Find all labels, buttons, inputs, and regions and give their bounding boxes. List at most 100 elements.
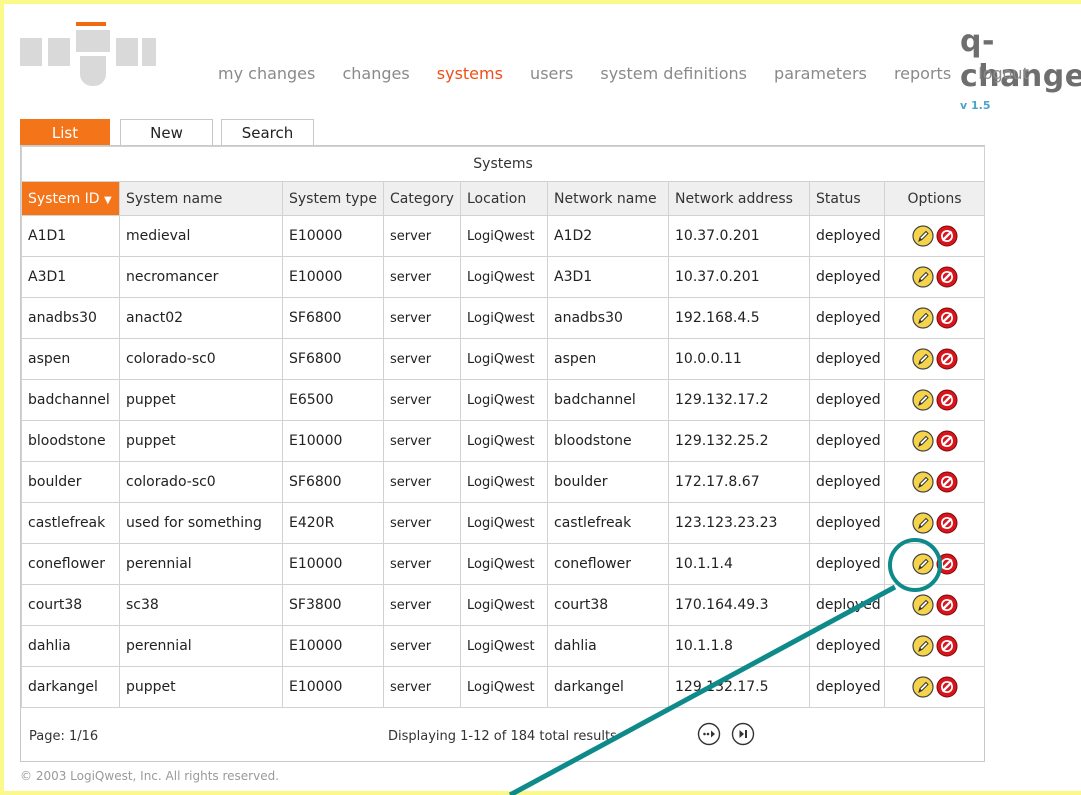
cell-network-name: castlefreak [547, 502, 669, 544]
nav-system-definitions[interactable]: system definitions [600, 64, 747, 83]
edit-pencil-icon[interactable] [911, 676, 934, 698]
row-options [883, 256, 986, 298]
column-header-system-name[interactable]: System name [119, 181, 283, 216]
edit-pencil-icon[interactable] [911, 430, 934, 452]
cell-status: deployed [809, 420, 885, 462]
delete-prohibited-icon[interactable] [936, 348, 958, 370]
edit-pencil-icon[interactable] [911, 512, 934, 534]
cell-category: server [383, 625, 461, 667]
cell-system-name: medieval [119, 215, 283, 257]
nav-reports[interactable]: reports [894, 64, 951, 83]
cell-network-address: 10.37.0.201 [668, 256, 810, 298]
delete-prohibited-icon[interactable] [936, 676, 958, 698]
cell-network-address: 192.168.4.5 [668, 297, 810, 339]
delete-prohibited-icon[interactable] [936, 307, 958, 329]
cell-category: server [383, 256, 461, 298]
cell-system-id: coneflower [21, 543, 120, 585]
cell-status: deployed [809, 666, 885, 708]
cell-location: LogiQwest [460, 502, 548, 544]
tab-new[interactable]: New [120, 119, 213, 145]
delete-prohibited-icon[interactable] [936, 225, 958, 247]
cell-system-id: anadbs30 [21, 297, 120, 339]
nav-systems[interactable]: systems [437, 64, 503, 83]
column-header-system-type[interactable]: System type [282, 181, 384, 216]
edit-pencil-icon[interactable] [911, 389, 934, 411]
pager [697, 722, 761, 746]
results-summary: Displaying 1-12 of 184 total results [388, 729, 617, 744]
edit-pencil-icon[interactable] [911, 307, 934, 329]
logo [20, 20, 160, 100]
table-row: badchannel puppet E6500 server LogiQwest badc… [21, 379, 986, 421]
row-options [883, 502, 986, 544]
cell-network-address: 129.132.17.5 [668, 666, 810, 708]
delete-prohibited-icon[interactable] [936, 430, 958, 452]
cell-network-address: 123.123.23.23 [668, 502, 810, 544]
brand-name: q-change [960, 24, 1081, 94]
cell-location: LogiQwest [460, 461, 548, 503]
edit-pencil-icon[interactable] [911, 635, 934, 657]
edit-pencil-icon[interactable] [911, 594, 934, 616]
cell-network-address: 10.37.0.201 [668, 215, 810, 257]
row-options [883, 584, 986, 626]
cell-system-name: necromancer [119, 256, 283, 298]
cell-system-type: SF3800 [282, 584, 384, 626]
tab-search[interactable]: Search [221, 119, 314, 145]
column-header-network-name[interactable]: Network name [547, 181, 669, 216]
cell-category: server [383, 502, 461, 544]
cell-system-type: E10000 [282, 256, 384, 298]
delete-prohibited-icon[interactable] [936, 266, 958, 288]
nav-my-changes[interactable]: my changes [218, 64, 315, 83]
cell-status: deployed [809, 625, 885, 667]
delete-prohibited-icon[interactable] [936, 512, 958, 534]
last-page-icon[interactable] [731, 722, 755, 746]
delete-prohibited-icon[interactable] [936, 553, 958, 575]
cell-system-type: SF6800 [282, 461, 384, 503]
delete-prohibited-icon[interactable] [936, 635, 958, 657]
row-options [883, 420, 986, 462]
tab-list[interactable]: List [20, 119, 110, 145]
cell-system-name: sc38 [119, 584, 283, 626]
table-row: dahlia perennial E10000 server LogiQwest dahl… [21, 625, 986, 667]
cell-status: deployed [809, 502, 885, 544]
cell-network-address: 172.17.8.67 [668, 461, 810, 503]
cell-category: server [383, 666, 461, 708]
column-header-status[interactable]: Status [809, 181, 885, 216]
nav-parameters[interactable]: parameters [774, 64, 867, 83]
row-options [883, 215, 986, 257]
column-header-location[interactable]: Location [460, 181, 548, 216]
nav-logout[interactable]: logout [978, 64, 1029, 83]
next-page-icon[interactable] [697, 722, 721, 746]
cell-network-name: boulder [547, 461, 669, 503]
column-header-system-id[interactable]: System ID ▼ [21, 181, 120, 216]
cell-network-address: 170.164.49.3 [668, 584, 810, 626]
cell-network-address: 10.0.0.11 [668, 338, 810, 380]
delete-prohibited-icon[interactable] [936, 389, 958, 411]
cell-category: server [383, 461, 461, 503]
table-row: darkangel puppet E10000 server LogiQwest dark… [21, 666, 986, 708]
cell-system-id: A3D1 [21, 256, 120, 298]
column-header-options: Options [883, 181, 986, 216]
cell-status: deployed [809, 584, 885, 626]
delete-prohibited-icon[interactable] [936, 471, 958, 493]
column-header-network-address[interactable]: Network address [668, 181, 810, 216]
sort-desc-icon: ▼ [104, 194, 112, 206]
edit-pencil-icon[interactable] [911, 553, 934, 575]
nav-changes[interactable]: changes [342, 64, 409, 83]
table-row: A3D1 necromancer E10000 server LogiQwest A3D1… [21, 256, 986, 298]
edit-pencil-icon[interactable] [911, 471, 934, 493]
edit-pencil-icon[interactable] [911, 225, 934, 247]
edit-pencil-icon[interactable] [911, 266, 934, 288]
cell-network-name: A3D1 [547, 256, 669, 298]
cell-status: deployed [809, 461, 885, 503]
page-indicator: Page: 1/16 [29, 729, 99, 744]
cell-system-name: perennial [119, 625, 283, 667]
table-row: castlefreak used for something E420R server… [21, 502, 986, 544]
edit-pencil-icon[interactable] [911, 348, 934, 370]
column-header-category[interactable]: Category [383, 181, 461, 216]
cell-status: deployed [809, 338, 885, 380]
cell-system-type: SF6800 [282, 297, 384, 339]
delete-prohibited-icon[interactable] [936, 594, 958, 616]
cell-system-name: perennial [119, 543, 283, 585]
nav-users[interactable]: users [530, 64, 573, 83]
cell-category: server [383, 379, 461, 421]
